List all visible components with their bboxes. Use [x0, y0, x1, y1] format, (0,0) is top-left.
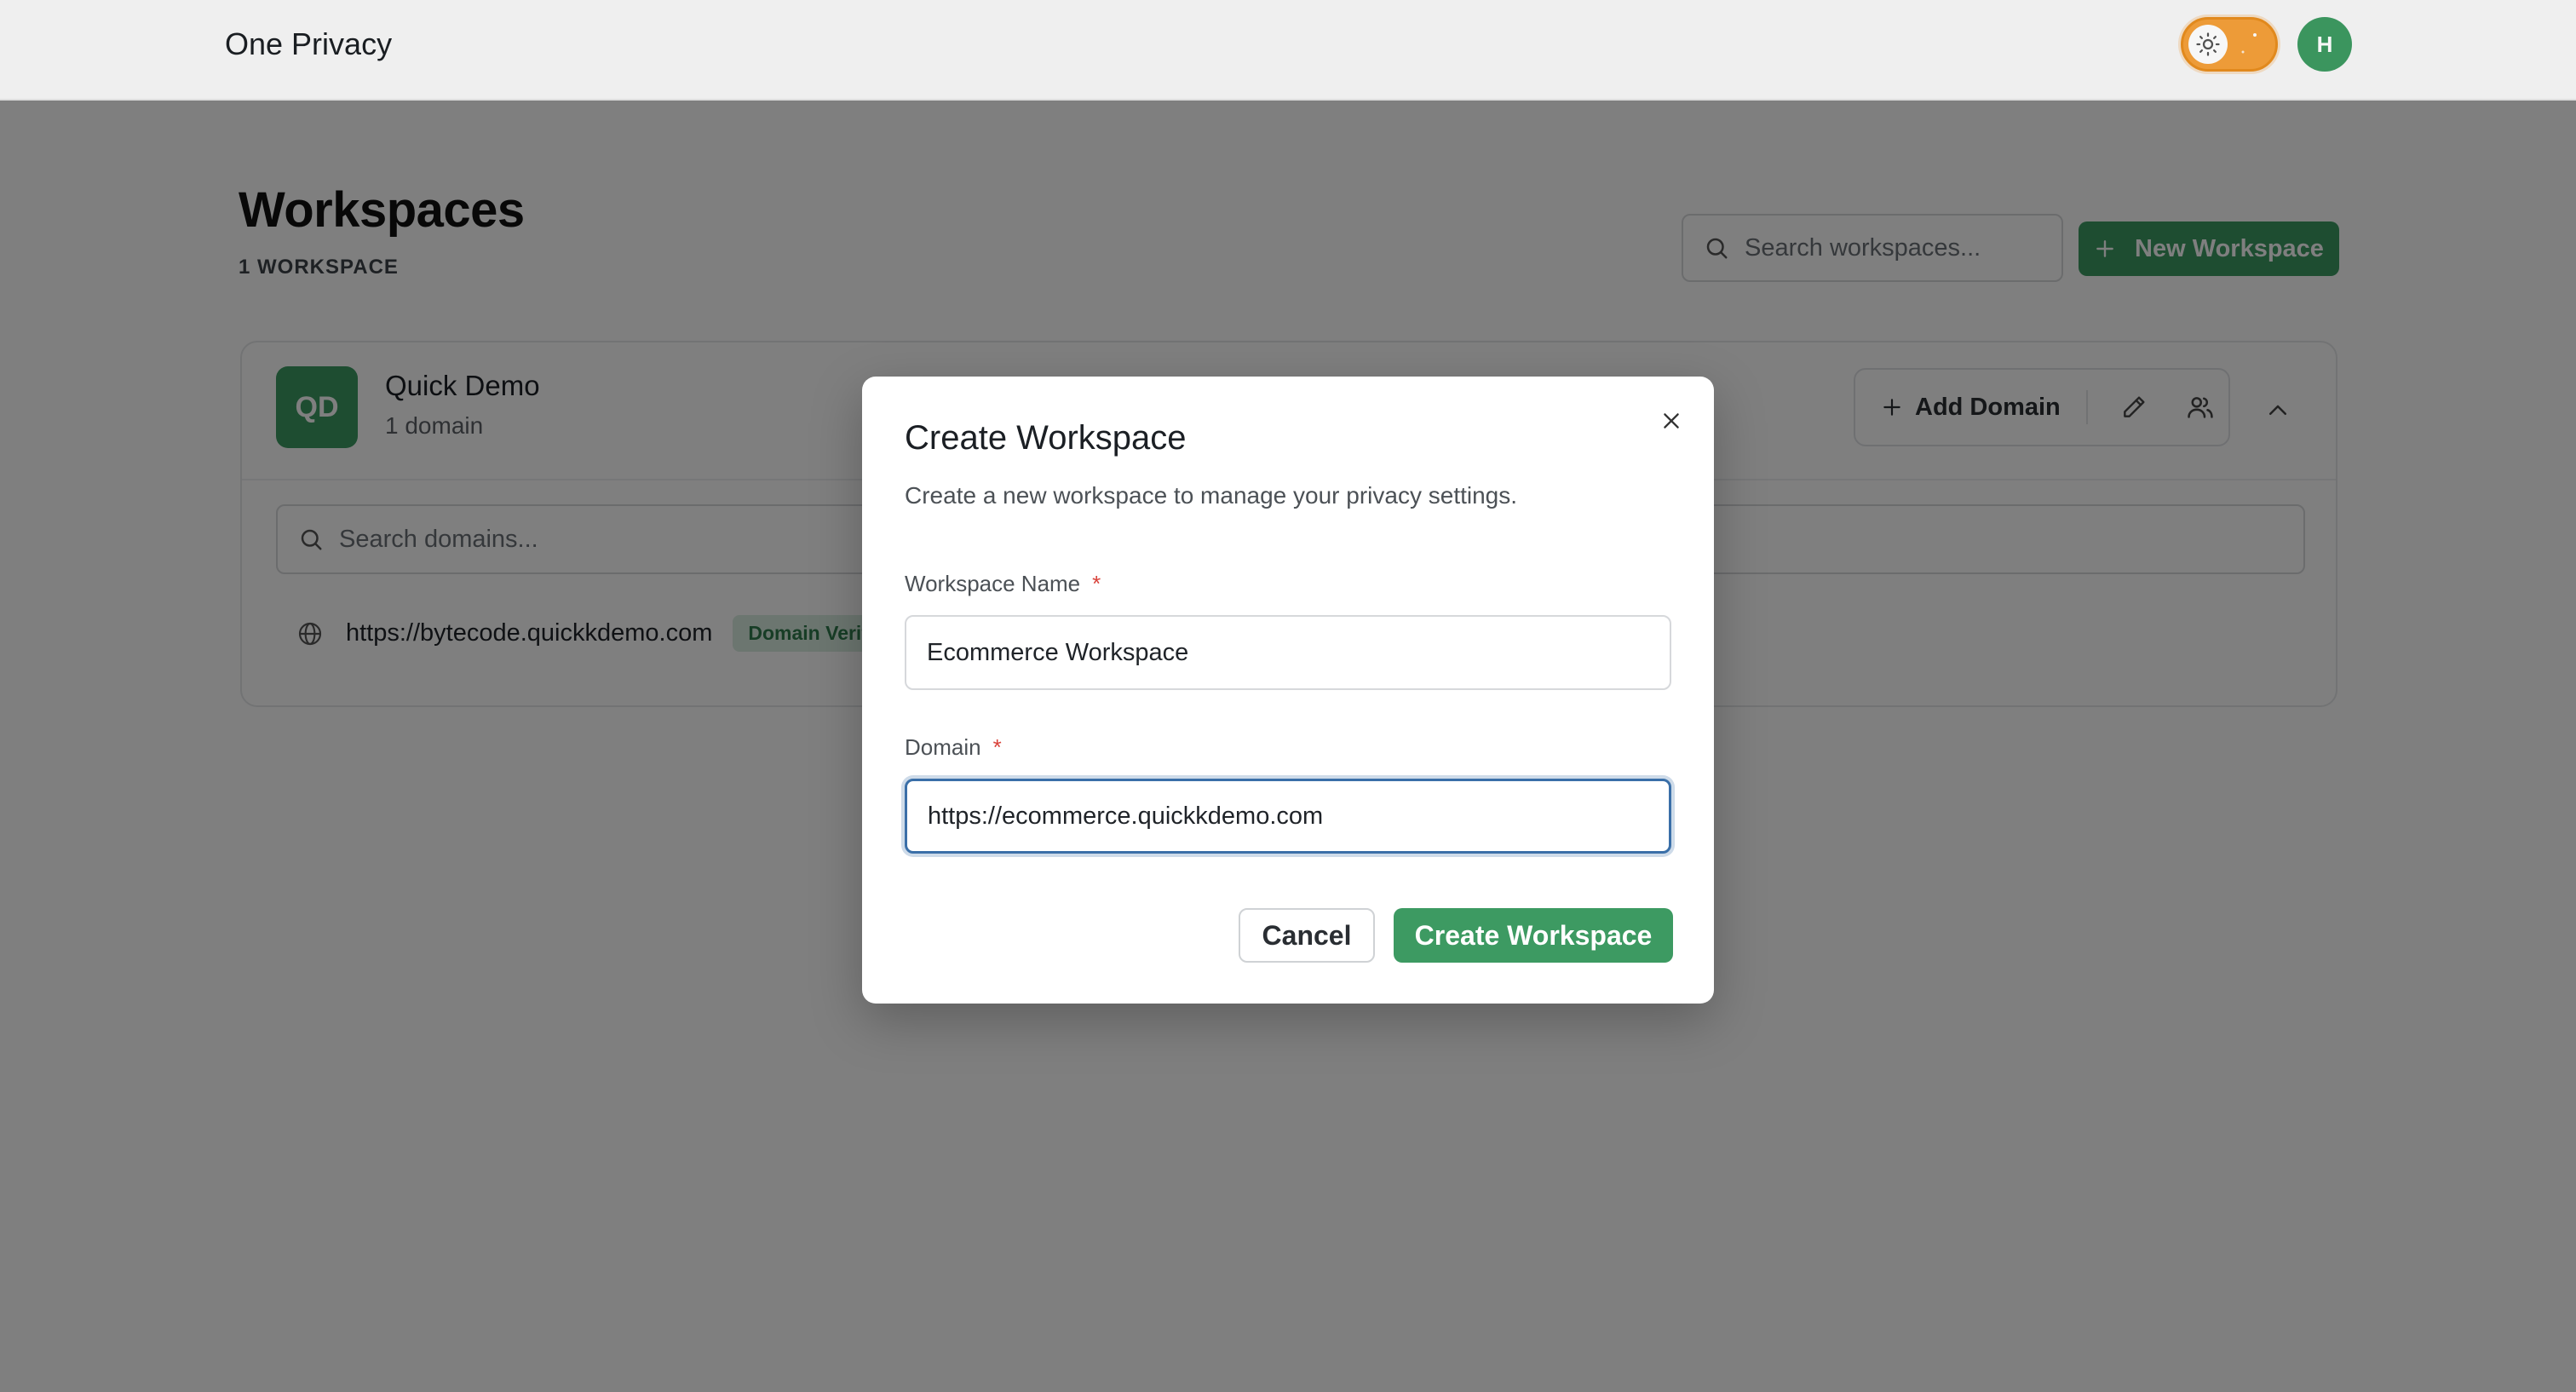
dialog-title: Create Workspace — [905, 419, 1187, 457]
domain-label: Domain * — [905, 734, 1002, 761]
create-workspace-dialog: Create Workspace Create a new workspace … — [862, 377, 1714, 1004]
create-workspace-button[interactable]: Create Workspace — [1394, 908, 1673, 963]
workspace-name-label: Workspace Name * — [905, 571, 1101, 597]
domain-field[interactable] — [905, 779, 1671, 854]
required-mark: * — [992, 734, 1002, 760]
required-mark: * — [1092, 571, 1101, 596]
cancel-button[interactable]: Cancel — [1239, 908, 1375, 963]
domain-label-text: Domain — [905, 734, 981, 760]
workspace-name-field[interactable] — [905, 615, 1671, 690]
close-dialog-button[interactable] — [1653, 402, 1690, 440]
dialog-description: Create a new workspace to manage your pr… — [905, 482, 1518, 509]
modal-backdrop-header — [0, 0, 2576, 101]
workspace-name-label-text: Workspace Name — [905, 571, 1081, 596]
close-icon — [1664, 413, 1679, 429]
